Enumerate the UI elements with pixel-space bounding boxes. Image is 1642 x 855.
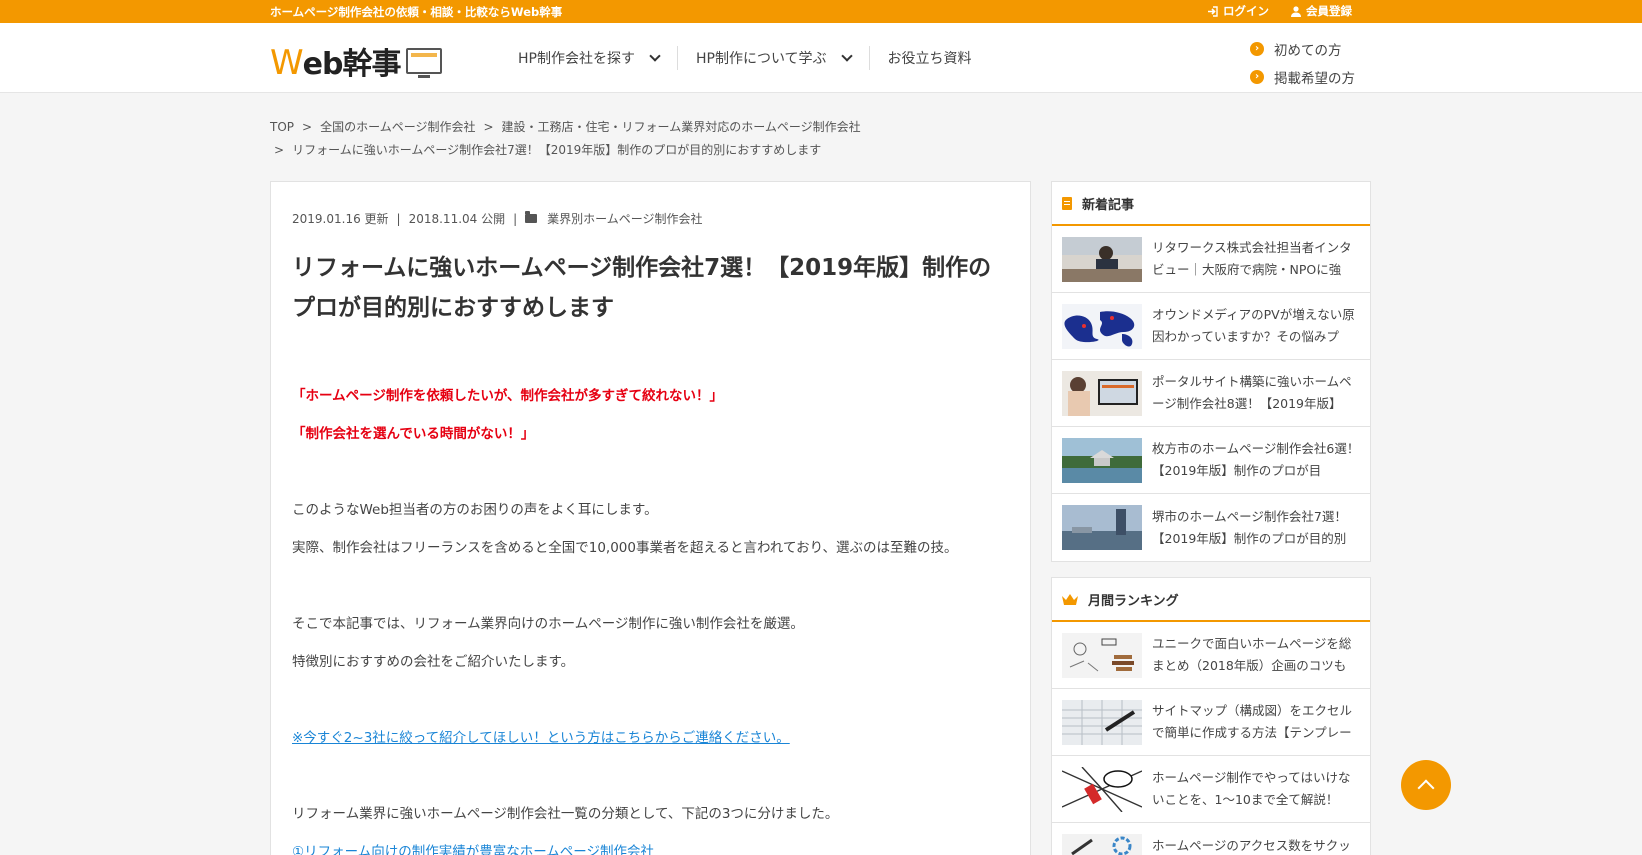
new-articles-widget: 新着記事 リタワークス株式会社担当者インタビュー｜大阪府で病院・NPOに強 オウ… bbox=[1051, 181, 1371, 562]
list-item[interactable]: サイトマップ（構成図）をエクセルで簡単に作成する方法【テンプレー bbox=[1052, 689, 1370, 756]
register-label: 会員登録 bbox=[1306, 4, 1352, 18]
arrow-right-icon: › bbox=[1250, 42, 1264, 56]
breadcrumb-item-current: リフォームに強いホームページ制作会社7選！【2019年版】制作のプロが目的別にお… bbox=[292, 143, 822, 157]
list-item[interactable]: 堺市のホームページ制作会社7選！【2019年版】制作のプロが目的別 bbox=[1052, 494, 1370, 561]
quote-1: 「ホームページ制作を依頼したいが、制作会社が多すぎて絞れない！」 bbox=[292, 388, 724, 404]
article-thumbnail bbox=[1062, 766, 1142, 812]
list-item[interactable]: ホームページ制作でやってはいけないことを、1〜10まで全て解説！ bbox=[1052, 756, 1370, 823]
article-thumbnail bbox=[1062, 236, 1142, 282]
back-to-top-button[interactable] bbox=[1401, 760, 1451, 810]
article-title: サイトマップ（構成図）をエクセルで簡単に作成する方法【テンプレー bbox=[1152, 703, 1353, 740]
first-time-link[interactable]: › 初めての方 bbox=[1250, 35, 1355, 63]
quote-2: 「制作会社を選んでいる時間がない！」 bbox=[292, 426, 535, 442]
paragraph-5: リフォーム業界に強いホームページ制作会社一覧の分類として、下記の3つに分けました… bbox=[292, 806, 839, 822]
nav-label: HP制作について学ぶ bbox=[695, 51, 827, 67]
list-item[interactable]: オウンドメディアのPVが増えない原因わかっていますか？その悩みプ bbox=[1052, 293, 1370, 360]
main-nav: HP制作会社を探す HP制作について学ぶ お役立ち資料 bbox=[500, 23, 990, 93]
paragraph-1: このようなWeb担当者の方のお困りの声をよく耳にします。 bbox=[292, 502, 658, 518]
login-label: ログイン bbox=[1223, 4, 1269, 18]
first-time-label: 初めての方 bbox=[1274, 43, 1342, 59]
list-item[interactable]: 枚方市のホームページ制作会社6選！【2019年版】制作のプロが目 bbox=[1052, 427, 1370, 494]
article-thumbnail bbox=[1062, 437, 1142, 483]
meta-divider: | bbox=[513, 211, 518, 226]
breadcrumb-separator: > bbox=[302, 120, 313, 134]
article-thumbnail bbox=[1062, 834, 1142, 855]
crown-icon bbox=[1062, 593, 1078, 605]
breadcrumb-item-top[interactable]: TOP bbox=[270, 120, 294, 134]
widget-header: 新着記事 bbox=[1052, 182, 1370, 226]
widget-title: 新着記事 bbox=[1082, 197, 1135, 213]
widget-title: 月間ランキング bbox=[1088, 593, 1179, 609]
logo-text: Web幹事 bbox=[270, 43, 401, 83]
widget-header: 月間ランキング bbox=[1052, 578, 1370, 622]
paragraph-2: 実際、制作会社はフリーランスを含めると全国で10,000事業者を超えると言われて… bbox=[292, 540, 958, 556]
category-link[interactable]: 業界別ホームページ制作会社 bbox=[547, 210, 702, 227]
chevron-down-icon bbox=[840, 50, 853, 62]
top-bar: ホームページ制作会社の依頼・相談・比較ならWeb幹事 ログイン 会員登録 bbox=[0, 0, 1642, 23]
list-item[interactable]: ポータルサイト構築に強いホームページ制作会社8選！【2019年版】 bbox=[1052, 360, 1370, 427]
nav-resources[interactable]: お役立ち資料 bbox=[870, 46, 990, 70]
monitor-icon bbox=[406, 48, 443, 78]
article-title: リタワークス株式会社担当者インタビュー｜大阪府で病院・NPOに強 bbox=[1152, 240, 1352, 277]
listing-request-link[interactable]: › 掲載希望の方 bbox=[1250, 63, 1355, 91]
listing-request-label: 掲載希望の方 bbox=[1274, 71, 1355, 87]
article-title: ホームページのアクセス数をサクッ bbox=[1152, 837, 1351, 853]
arrow-right-icon: › bbox=[1250, 70, 1264, 84]
folder-icon bbox=[525, 211, 538, 223]
article-meta: 2019.01.16 更新 | 2018.11.04 公開 | 業界別ホームペー… bbox=[292, 210, 703, 227]
nav-find-companies[interactable]: HP制作会社を探す bbox=[500, 46, 678, 70]
chevron-down-icon bbox=[649, 50, 661, 62]
meta-divider: | bbox=[396, 211, 401, 226]
chevron-up-icon bbox=[1417, 779, 1435, 797]
article-thumbnail bbox=[1062, 632, 1142, 678]
article-title: ホームページ制作でやってはいけないことを、1〜10まで全て解説！ bbox=[1152, 770, 1351, 807]
paragraph-3: そこで本記事では、リフォーム業界向けのホームページ制作に強い制作会社を厳選。 bbox=[292, 616, 804, 632]
article-thumbnail bbox=[1062, 505, 1142, 550]
article: 2019.01.16 更新 | 2018.11.04 公開 | 業界別ホームペー… bbox=[270, 181, 1031, 855]
header-side-links: › 初めての方 › 掲載希望の方 bbox=[1250, 35, 1355, 91]
article-title: リフォームに強いホームページ制作会社7選！【2019年版】制作のプロが目的別にお… bbox=[292, 255, 992, 321]
breadcrumb-item-industry[interactable]: 建設・工務店・住宅・リフォーム業界対応のホームページ制作会社 bbox=[502, 120, 861, 134]
contact-cta-link[interactable]: ※今すぐ2~3社に絞って紹介してほしい！という方はこちらからご連絡ください。 bbox=[292, 726, 790, 746]
site-header: Web幹事 HP制作会社を探す HP制作について学ぶ お役立ち資料 › 初めての… bbox=[0, 23, 1642, 93]
list-item[interactable]: ホームページのアクセス数をサクッ bbox=[1052, 823, 1370, 855]
user-icon bbox=[1291, 5, 1301, 17]
article-thumbnail bbox=[1062, 303, 1142, 349]
list-item[interactable]: リタワークス株式会社担当者インタビュー｜大阪府で病院・NPOに強 bbox=[1052, 226, 1370, 293]
article-title: オウンドメディアのPVが増えない原因わかっていますか？その悩みプ bbox=[1152, 307, 1355, 344]
article-title: 堺市のホームページ制作会社7選！【2019年版】制作のプロが目的別 bbox=[1152, 508, 1347, 546]
nav-label: お役立ち資料 bbox=[887, 51, 972, 67]
article-thumbnail bbox=[1062, 370, 1142, 416]
nav-label: HP制作会社を探す bbox=[518, 51, 635, 67]
register-link[interactable]: 会員登録 bbox=[1291, 3, 1352, 19]
updated-date: 2019.01.16 更新 bbox=[292, 212, 389, 226]
document-icon bbox=[1062, 196, 1072, 210]
breadcrumb-separator: > bbox=[483, 120, 494, 134]
paragraph-4: 特徴別におすすめの会社をご紹介いたします。 bbox=[292, 654, 575, 670]
account-links: ログイン 会員登録 bbox=[1207, 3, 1352, 19]
site-logo[interactable]: Web幹事 bbox=[270, 39, 443, 83]
list-item[interactable]: ユニークで面白いホームページを総まとめ（2018年版）企画のコツも bbox=[1052, 622, 1370, 689]
login-icon bbox=[1208, 5, 1218, 17]
breadcrumb-item-national[interactable]: 全国のホームページ制作会社 bbox=[320, 120, 475, 134]
breadcrumb: TOP > 全国のホームページ制作会社 > 建設・工務店・住宅・リフォーム業界対応のホー… bbox=[270, 116, 1370, 162]
article-title: ポータルサイト構築に強いホームページ制作会社8選！【2019年版】 bbox=[1152, 374, 1352, 411]
article-title: 枚方市のホームページ制作会社6選！【2019年版】制作のプロが目 bbox=[1152, 441, 1360, 478]
site-tagline: ホームページ制作会社の依頼・相談・比較ならWeb幹事 bbox=[270, 5, 563, 19]
article-thumbnail bbox=[1062, 699, 1142, 745]
article-title: ユニークで面白いホームページを総まとめ（2018年版）企画のコツも bbox=[1152, 636, 1352, 673]
toc-link-1[interactable]: ①リフォーム向けの制作実績が豊富なホームページ制作会社 bbox=[292, 840, 654, 855]
breadcrumb-separator: > bbox=[274, 143, 285, 157]
monthly-ranking-widget: 月間ランキング ユニークで面白いホームページを総まとめ（2018年版）企画のコツ… bbox=[1051, 577, 1371, 855]
login-link[interactable]: ログイン bbox=[1207, 3, 1269, 19]
published-date: 2018.11.04 公開 bbox=[408, 212, 506, 226]
nav-learn[interactable]: HP制作について学ぶ bbox=[678, 46, 870, 70]
